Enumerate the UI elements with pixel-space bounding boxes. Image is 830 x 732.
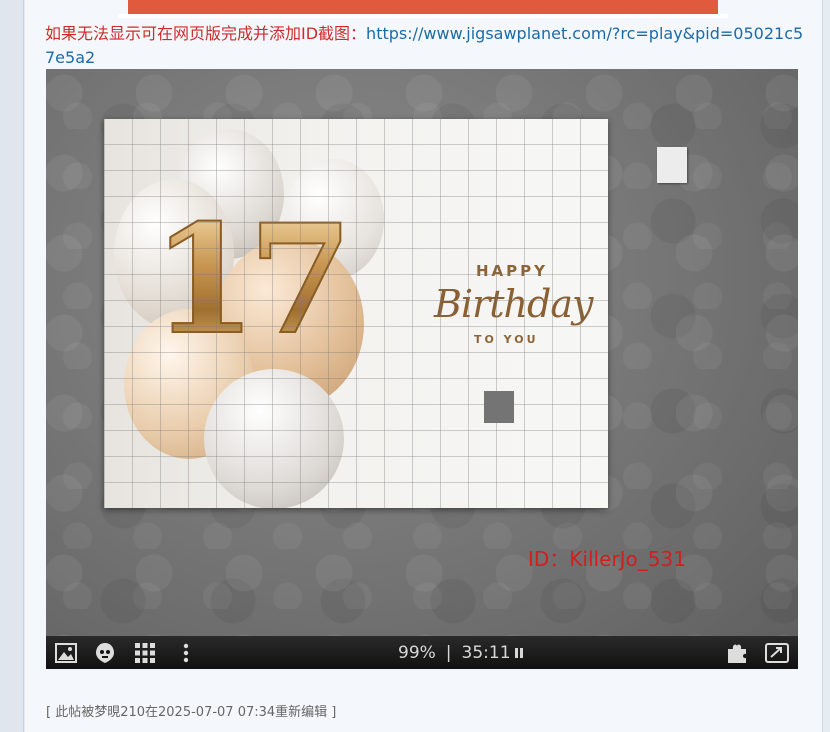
progress-percent: 99% (398, 643, 436, 663)
balloon (204, 369, 344, 508)
ghost-icon[interactable] (93, 641, 117, 665)
image-icon[interactable] (54, 641, 78, 665)
progress-status: 99% | 35:11 (398, 643, 523, 663)
left-gutter (0, 0, 24, 732)
balloon-number: 17 (151, 192, 354, 368)
puzzle-toolbar: 99% | 35:11 (46, 636, 798, 669)
birthday-text: Birthday (434, 282, 593, 326)
jigsaw-embed[interactable]: 17 HAPPY Birthday TO YOU ID：KillerJo_531… (46, 69, 798, 669)
top-banner-image (128, 0, 718, 14)
puzzle-piece-icon[interactable] (725, 641, 749, 665)
puzzle-board[interactable]: 17 HAPPY Birthday TO YOU (104, 119, 608, 508)
edit-note: [ 此帖被梦晛210在2025-07-07 07:34重新编辑 ] (46, 705, 337, 720)
status-separator: | (445, 643, 452, 663)
more-vertical-icon[interactable] (174, 641, 198, 665)
to-you-text: TO YOU (474, 333, 539, 346)
happy-text: HAPPY (476, 262, 549, 280)
pause-icon[interactable] (514, 648, 523, 658)
fullscreen-icon[interactable] (765, 641, 789, 665)
missing-piece-hole (484, 391, 514, 423)
banner-edge (118, 14, 728, 18)
notice-text: 如果无法显示可在网页版完成并添加ID截图： (45, 24, 367, 43)
timer: 35:11 (461, 643, 511, 663)
scrollbar-edge[interactable] (822, 0, 830, 732)
loose-puzzle-piece[interactable] (657, 147, 687, 183)
grid-icon[interactable] (133, 641, 157, 665)
notice-line: 如果无法显示可在网页版完成并添加ID截图：https://www.jigsawp… (45, 22, 805, 70)
id-label: ID：KillerJo_531 (528, 547, 686, 571)
